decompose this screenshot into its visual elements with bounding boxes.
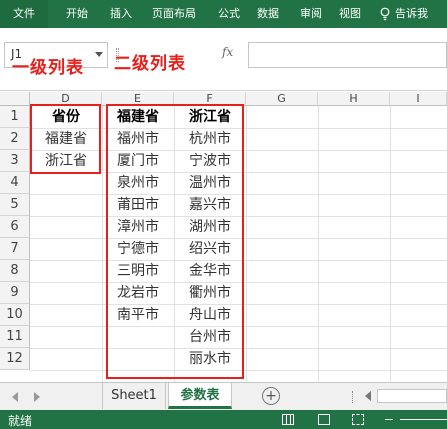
- tab-file[interactable]: 文件: [0, 0, 48, 28]
- horizontal-scrollbar[interactable]: [377, 389, 447, 403]
- row-header[interactable]: 7: [0, 238, 30, 260]
- sheet-prev-icon[interactable]: [12, 392, 18, 402]
- status-ready: 就绪: [8, 414, 33, 428]
- tab-splitter[interactable]: [352, 391, 355, 403]
- formula-input[interactable]: [248, 42, 447, 68]
- ribbon-tabs-bar: 文件 开始 插入 页面布局 公式 数据 审阅 视图 告诉我: [0, 0, 447, 28]
- row-header[interactable]: 4: [0, 172, 30, 194]
- annotation-level2-list: 二级列表: [114, 54, 186, 74]
- worksheet-grid[interactable]: D E F G H I 1 2 3 4 5 6 7 8 9 10 11 12 省…: [0, 92, 447, 382]
- sheet-next-icon[interactable]: [34, 392, 40, 402]
- sheet-tab-params[interactable]: 参数表: [168, 383, 232, 409]
- row-header[interactable]: 3: [0, 150, 30, 172]
- lightbulb-icon: [380, 7, 390, 21]
- row-header[interactable]: 12: [0, 348, 30, 370]
- row-header[interactable]: 1: [0, 106, 30, 128]
- add-sheet-button[interactable]: +: [262, 387, 280, 405]
- row-header[interactable]: 9: [0, 282, 30, 304]
- page-break-view-icon[interactable]: [352, 414, 364, 425]
- annotation-level1-list: 一级列表: [12, 58, 84, 78]
- row-header[interactable]: 8: [0, 260, 30, 282]
- sheet-tabs-bar: Sheet1 参数表 +: [0, 382, 447, 410]
- column-header-i[interactable]: I: [390, 92, 447, 106]
- status-bar: 就绪: [0, 410, 447, 429]
- row-header[interactable]: 11: [0, 326, 30, 348]
- zoom-slider[interactable]: [400, 419, 447, 420]
- row-header[interactable]: 5: [0, 194, 30, 216]
- column-header-g[interactable]: G: [246, 92, 318, 106]
- row-header[interactable]: 2: [0, 128, 30, 150]
- tab-formulas[interactable]: 公式: [218, 0, 240, 28]
- page-layout-view-icon[interactable]: [318, 414, 330, 425]
- highlight-level2-range: [106, 104, 244, 379]
- excel-window: 文件 开始 插入 页面布局 公式 数据 审阅 视图 告诉我 J1 fx 一级列表…: [0, 0, 447, 429]
- chevron-down-icon[interactable]: [95, 52, 103, 57]
- tell-me-label: 告诉我: [395, 7, 428, 20]
- tab-insert[interactable]: 插入: [110, 0, 132, 28]
- zoom-out-icon[interactable]: [385, 419, 393, 420]
- tab-review[interactable]: 审阅: [300, 0, 322, 28]
- tab-data[interactable]: 数据: [257, 0, 279, 28]
- scroll-left-icon[interactable]: [365, 391, 371, 401]
- select-all-corner[interactable]: [0, 92, 30, 106]
- sheet-tab-sheet1[interactable]: Sheet1: [102, 383, 166, 409]
- row-header[interactable]: 6: [0, 216, 30, 238]
- row-header[interactable]: 10: [0, 304, 30, 326]
- tab-page-layout[interactable]: 页面布局: [152, 0, 196, 28]
- tab-home[interactable]: 开始: [66, 0, 88, 28]
- tab-view[interactable]: 视图: [339, 0, 361, 28]
- column-header-h[interactable]: H: [318, 92, 390, 106]
- insert-function-icon[interactable]: fx: [222, 45, 233, 59]
- normal-view-icon[interactable]: [282, 414, 294, 425]
- highlight-level1-range: [30, 104, 101, 174]
